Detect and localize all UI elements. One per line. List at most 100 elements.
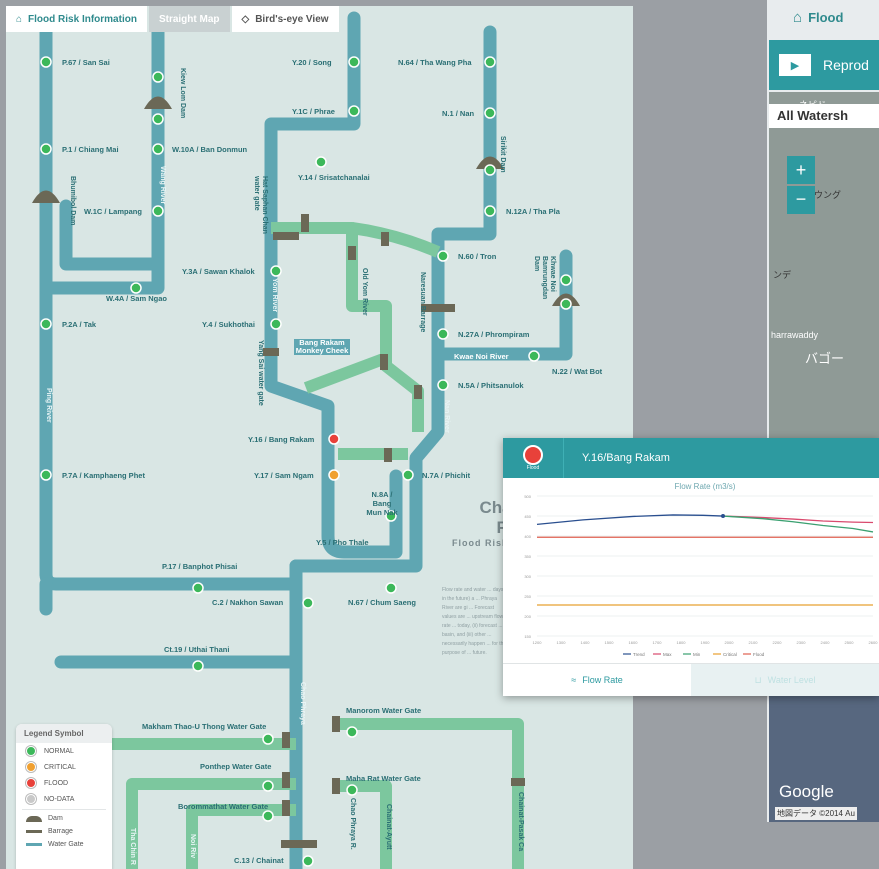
sirikit-dam-label: Sirikit Dam <box>499 136 506 173</box>
legend-entry: Trend <box>633 652 645 657</box>
play-button[interactable]: ▶ <box>779 54 811 76</box>
tab-label: Flood Risk Information <box>28 13 137 25</box>
flood-dot-icon <box>26 778 36 788</box>
station-label[interactable]: Y.5 / Pho Thale <box>316 538 369 547</box>
x-tick-label: 1500 <box>605 640 615 645</box>
station-label[interactable]: Y.1C / Phrae <box>292 107 335 116</box>
chao-phraya-r-label: Chao Phraya R. <box>349 798 356 850</box>
map-place-label: バゴー <box>805 351 845 366</box>
x-tick-label: 2500 <box>845 640 855 645</box>
gate-label: Maha Rat Water Gate <box>346 774 421 783</box>
station-label[interactable]: W.4A / Sam Ngao <box>106 294 167 303</box>
station-label[interactable]: P.7A / Kamphaeng Phet <box>62 471 145 480</box>
kiew-lom-dam-label: Kiew Lom Dam <box>179 68 186 119</box>
station-chart-panel: Flood Y.16/Bang Rakam Flow Rate (m3/s) 50… <box>503 438 879 696</box>
tab-flow-rate[interactable]: ≈ Flow Rate <box>503 664 691 696</box>
zoom-in-button[interactable]: + <box>787 156 815 184</box>
google-logo: Google <box>779 782 834 801</box>
gate-label: Borommathat Water Gate <box>178 802 269 811</box>
yom-river-label: Yom River <box>271 278 278 313</box>
flow-icon: ≈ <box>571 675 577 685</box>
current-point <box>721 514 725 519</box>
map-tabbar: ⌂ Flood Risk Information Straight Map ◇ Bi… <box>6 6 339 32</box>
water-gate-icon <box>26 843 42 846</box>
legend-water-gate: Water Gate <box>16 838 112 851</box>
x-tick-label: 1200 <box>533 640 543 645</box>
station-label[interactable]: P.67 / San Sai <box>62 58 110 67</box>
y-tick-label: 350 <box>524 554 531 559</box>
station-label[interactable]: P.17 / Banphot Phisai <box>162 562 237 571</box>
khwae-noi-dam-label: Khwae Noi Bamrungdan Dam <box>533 256 556 300</box>
station-label[interactable]: P.1 / Chiang Mai <box>62 145 119 154</box>
station-label[interactable]: P.2A / Tak <box>62 320 96 329</box>
legend-barrage: Barrage <box>16 825 112 838</box>
y-tick-label: 400 <box>524 534 531 539</box>
station-label[interactable]: N.67 / Chum Saeng <box>348 598 416 607</box>
tab-label: Straight Map <box>158 13 220 25</box>
station-label[interactable]: N.60 / Tron <box>458 252 496 261</box>
legend-label: CRITICAL <box>44 763 76 771</box>
station-label[interactable]: W.1C / Lampang <box>84 207 142 216</box>
legend-normal: NORMAL <box>16 743 112 759</box>
chainat-ayutt-label: Chainat-Ayutt <box>385 804 392 850</box>
y-tick-label: 200 <box>524 614 531 619</box>
water-level-icon: ⊔ <box>754 674 762 685</box>
legend-entry: Min <box>693 652 701 657</box>
status-label: Flood <box>526 465 540 471</box>
map-place-label: ネピドー <box>799 100 836 110</box>
home-icon: ⌂ <box>793 8 803 26</box>
station-label[interactable]: Y.14 / Srisatchanalai <box>298 173 370 182</box>
tab-label: Water Level <box>767 675 816 685</box>
station-label[interactable]: N.12A / Tha Pla <box>506 207 560 216</box>
kwae-noi-river-label: Kwae Noi River <box>454 352 509 361</box>
station-label[interactable]: Y.20 / Song <box>292 58 332 67</box>
tab-straight-map[interactable]: Straight Map <box>148 6 230 32</box>
x-tick-label: 2400 <box>821 640 831 645</box>
station-label[interactable]: Y.17 / Sam Ngam <box>254 471 314 480</box>
station-label[interactable]: N.22 / Wat Bot <box>552 367 602 376</box>
station-label[interactable]: N.64 / Tha Wang Pha <box>398 58 471 67</box>
station-label[interactable]: Y.4 / Sukhothai <box>202 320 255 329</box>
no-data-dot-icon <box>26 794 36 804</box>
y-tick-label: 300 <box>524 574 531 579</box>
x-tick-label: 2300 <box>797 640 807 645</box>
station-label[interactable]: C.13 / Chainat <box>234 856 284 865</box>
critical-dot-icon <box>26 762 36 772</box>
station-label[interactable]: Y.3A / Sawan Khalok <box>182 267 255 276</box>
dam-icon <box>26 815 42 822</box>
legend-label: Water Gate <box>48 841 84 848</box>
legend-critical: CRITICAL <box>16 759 112 775</box>
station-label[interactable]: W.10A / Ban Donmun <box>172 145 247 154</box>
station-label[interactable]: C.2 / Nakhon Sawan <box>212 598 283 607</box>
tab-flood-risk-information[interactable]: ⌂ Flood Risk Information <box>6 6 147 32</box>
tab-birds-eye-view[interactable]: ◇ Bird's-eye View <box>231 6 339 32</box>
tha-chin-label: Tha Chin R <box>129 828 136 865</box>
station-label[interactable]: N.1 / Nan <box>442 109 474 118</box>
legend-entry: Critical <box>723 652 737 657</box>
hat-saphan-chan-label: Hat Saphan Chan water gate <box>253 176 268 234</box>
legend-label: FLOOD <box>44 779 69 787</box>
gate-label: Makham Thao-U Thong Water Gate <box>142 722 267 731</box>
station-label[interactable]: N.7A / Phichit <box>422 471 470 480</box>
station-label[interactable]: Y.16 / Bang Rakam <box>248 435 314 444</box>
reproduce-bar: ▶ Reprod <box>769 40 879 90</box>
x-tick-label: 2600 <box>869 640 879 645</box>
y-tick-label: 150 <box>524 634 531 639</box>
y-tick-label: 450 <box>524 514 531 519</box>
eye-icon: ◇ <box>241 13 250 25</box>
legend-label: NO-DATA <box>44 795 75 803</box>
map-description: Flow rate and water ... days in the futu… <box>442 587 507 656</box>
station-label[interactable]: N.5A / Phitsanulok <box>458 381 524 390</box>
station-label[interactable]: Ct.19 / Uthai Thani <box>164 645 229 654</box>
station-label[interactable]: N.8A / Bang Mun Nak <box>364 490 400 517</box>
app-header-title: Flood <box>808 9 844 25</box>
station-label[interactable]: N.27A / Phrompiram <box>458 330 529 339</box>
chart-title: Flow Rate (m3/s) <box>675 482 736 491</box>
gate-label: Manorom Water Gate <box>346 706 422 715</box>
tab-water-level[interactable]: ⊔ Water Level <box>691 664 879 696</box>
chart-header: Flood Y.16/Bang Rakam <box>503 438 879 478</box>
chainat-pasak-label: Chainat-Pasak Ca <box>517 792 524 852</box>
zoom-out-button[interactable]: − <box>787 186 815 214</box>
x-tick-label: 1700 <box>653 640 663 645</box>
legend-no-data: NO-DATA <box>16 791 112 807</box>
